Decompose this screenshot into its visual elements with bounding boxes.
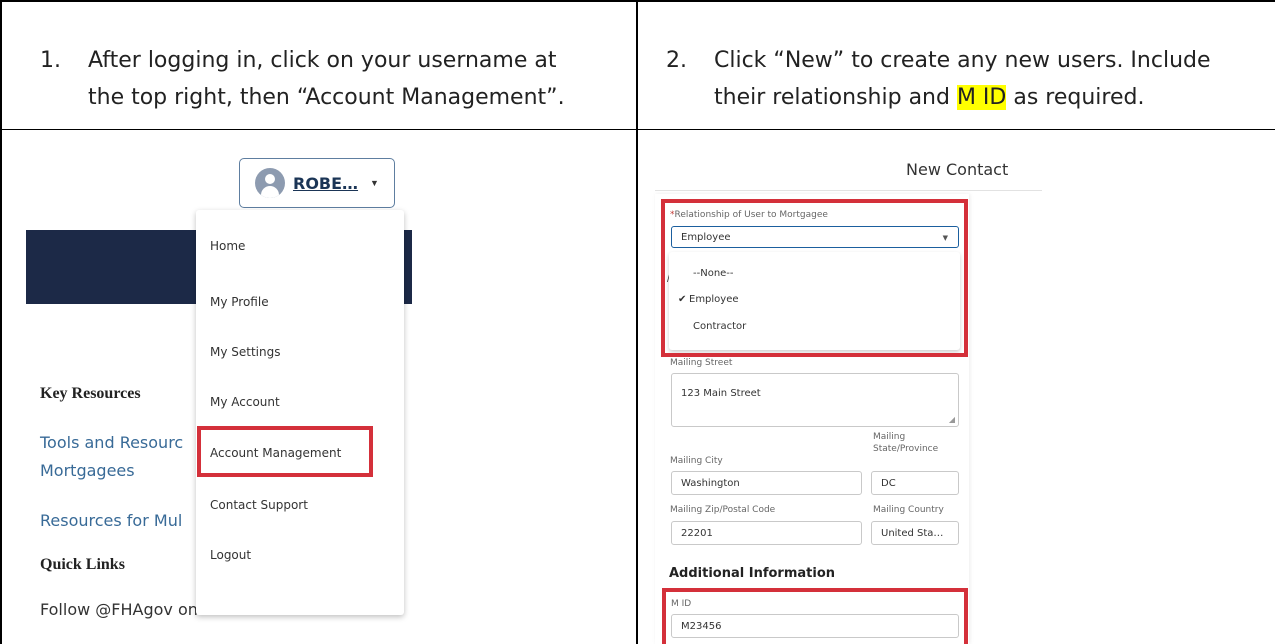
mid-highlight: M ID	[956, 85, 1007, 110]
relationship-callout	[661, 199, 968, 357]
country-input[interactable]: United Sta…	[871, 521, 959, 545]
menu-item-logout[interactable]: Logout	[210, 548, 251, 562]
state-value: DC	[881, 477, 896, 489]
street-label: Mailing Street	[670, 358, 733, 368]
state-label-line-1: Mailing	[873, 432, 906, 442]
state-input[interactable]: DC	[871, 471, 959, 495]
row-divider	[0, 129, 1275, 130]
menu-item-my-account[interactable]: My Account	[210, 395, 280, 409]
username-label: ROBE…	[293, 173, 359, 193]
avatar	[255, 168, 285, 198]
form-title: New Contact	[906, 160, 1009, 179]
country-value: United Sta…	[881, 527, 944, 539]
quick-links-heading: Quick Links	[40, 556, 125, 573]
user-dropdown-menu: Home My Profile My Settings My Account A…	[196, 210, 404, 615]
resize-handle-icon[interactable]: ◢	[949, 415, 955, 424]
mid-callout	[662, 588, 968, 644]
menu-item-contact-support[interactable]: Contact Support	[210, 498, 308, 512]
zip-label: Mailing Zip/Postal Code	[670, 505, 776, 515]
zip-input[interactable]: 22201	[671, 521, 862, 545]
form-title-divider	[655, 190, 1042, 191]
chevron-down-icon: ▼	[370, 178, 379, 188]
additional-info-heading: Additional Information	[669, 566, 836, 581]
menu-item-home[interactable]: Home	[210, 239, 245, 253]
account-management-callout	[197, 426, 373, 477]
step-2-line-2: their relationship and M ID as required.	[714, 79, 1144, 116]
step-2-instruction: 2. Click “New” to create any new users. …	[666, 42, 1266, 122]
step-2-line-1: Click “New” to create any new users. Inc…	[714, 48, 1211, 73]
city-label: Mailing City	[670, 456, 723, 466]
step-2-line-2-end: as required.	[1006, 85, 1145, 110]
state-label-line-2: State/Province	[873, 444, 939, 454]
user-menu-button[interactable]: ROBE… ▼	[239, 158, 395, 208]
zip-value: 22201	[681, 527, 713, 539]
country-label: Mailing Country	[873, 505, 944, 515]
city-value: Washington	[681, 477, 740, 489]
step-1-line-1: After logging in, click on your username…	[88, 48, 557, 73]
follow-prefix: Follow @FHAgov on	[40, 600, 203, 619]
menu-item-my-profile[interactable]: My Profile	[210, 295, 269, 309]
menu-item-my-settings[interactable]: My Settings	[210, 345, 281, 359]
tools-resources-link-line-1: Tools and Resourc	[40, 433, 184, 452]
city-input[interactable]: Washington	[671, 471, 862, 495]
tools-resources-link[interactable]: Tools and Resourc Mortgagees	[40, 429, 183, 485]
resources-link[interactable]: Resources for Mul	[40, 511, 182, 530]
column-divider	[636, 0, 638, 644]
street-input[interactable]: 123 Main Street ◢	[671, 373, 959, 427]
step-1-line-2: the top right, then “Account Management”…	[88, 85, 565, 110]
street-value: 123 Main Street	[681, 388, 761, 399]
step-1-instruction: 1. After logging in, click on your usern…	[40, 42, 630, 122]
tools-resources-link-line-2: Mortgagees	[40, 461, 135, 480]
step-1-number: 1.	[40, 48, 61, 73]
state-label: Mailing State/Province	[873, 431, 938, 455]
step-2-number: 2.	[666, 48, 687, 73]
step-2-line-2-start: their relationship and	[714, 85, 957, 110]
key-resources-heading: Key Resources	[40, 385, 141, 402]
